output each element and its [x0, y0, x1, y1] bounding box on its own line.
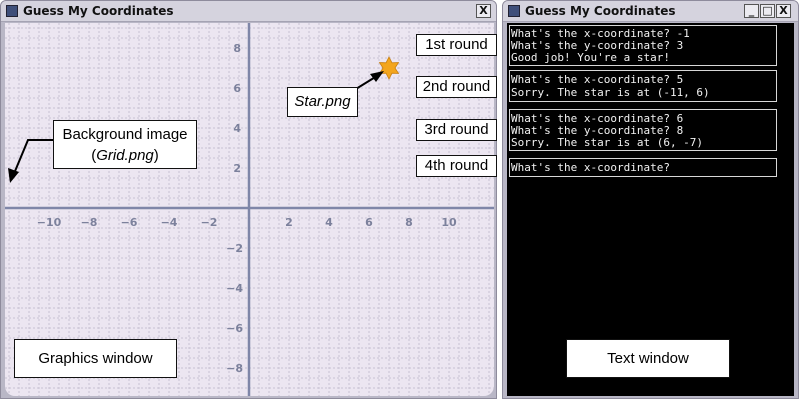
- background-image-callout: Background image (Grid.png): [53, 120, 197, 169]
- x-tick-label: −6: [121, 216, 138, 229]
- x-tick-label: 8: [405, 216, 413, 229]
- console-line: Sorry. The star is at (-11, 6): [511, 86, 710, 99]
- text-window-callout: Text window: [566, 339, 730, 378]
- close-button[interactable]: X: [776, 4, 791, 18]
- graphics-window-title: Guess My Coordinates: [23, 4, 174, 18]
- y-tick-label: −8: [226, 362, 243, 375]
- grid-file-name: Grid.png: [96, 147, 154, 164]
- x-tick-label: 10: [441, 216, 457, 229]
- maximize-button[interactable]: □: [760, 4, 775, 18]
- round-1-callout: 1st round: [416, 34, 497, 56]
- x-tick-label: 6: [365, 216, 373, 229]
- text-window-titlebar[interactable]: Guess My Coordinates _ □ X: [503, 1, 798, 22]
- x-tick-label: −8: [81, 216, 98, 229]
- console-line: What's the x-coordinate? 5: [511, 73, 684, 86]
- y-tick-label: 4: [233, 122, 241, 135]
- console-line: Sorry. The star is at (6, -7): [511, 136, 704, 149]
- text-window-title: Guess My Coordinates: [525, 4, 676, 18]
- x-tick-label: 4: [325, 216, 333, 229]
- app-icon: [508, 5, 520, 17]
- graphics-window-callout: Graphics window: [14, 339, 177, 378]
- y-tick-label: −6: [226, 322, 243, 335]
- graphics-window-titlebar[interactable]: Guess My Coordinates X: [1, 1, 496, 22]
- callout-background-label: Background image: [62, 126, 188, 143]
- round-3-callout: 3rd round: [416, 119, 497, 141]
- callout-grid-file: (Grid.png): [91, 147, 159, 164]
- round-4-callout: 4th round: [416, 155, 497, 177]
- y-tick-label: 6: [233, 82, 241, 95]
- minimize-button[interactable]: _: [744, 4, 759, 18]
- star-file-callout: Star.png: [287, 87, 358, 117]
- console-prompt: What's the x-coordinate?: [511, 161, 677, 174]
- app-icon: [6, 5, 18, 17]
- close-button[interactable]: X: [476, 4, 491, 18]
- console-line: Good job! You're a star!: [511, 51, 670, 64]
- x-tick-label: −2: [201, 216, 218, 229]
- x-tick-label: −4: [161, 216, 178, 229]
- x-tick-label: −10: [37, 216, 62, 229]
- y-tick-label: −2: [226, 242, 243, 255]
- y-tick-label: −4: [226, 282, 243, 295]
- y-tick-label: 8: [233, 42, 241, 55]
- x-tick-label: 2: [285, 216, 293, 229]
- round-2-callout: 2nd round: [416, 76, 497, 98]
- y-tick-label: 2: [233, 162, 241, 175]
